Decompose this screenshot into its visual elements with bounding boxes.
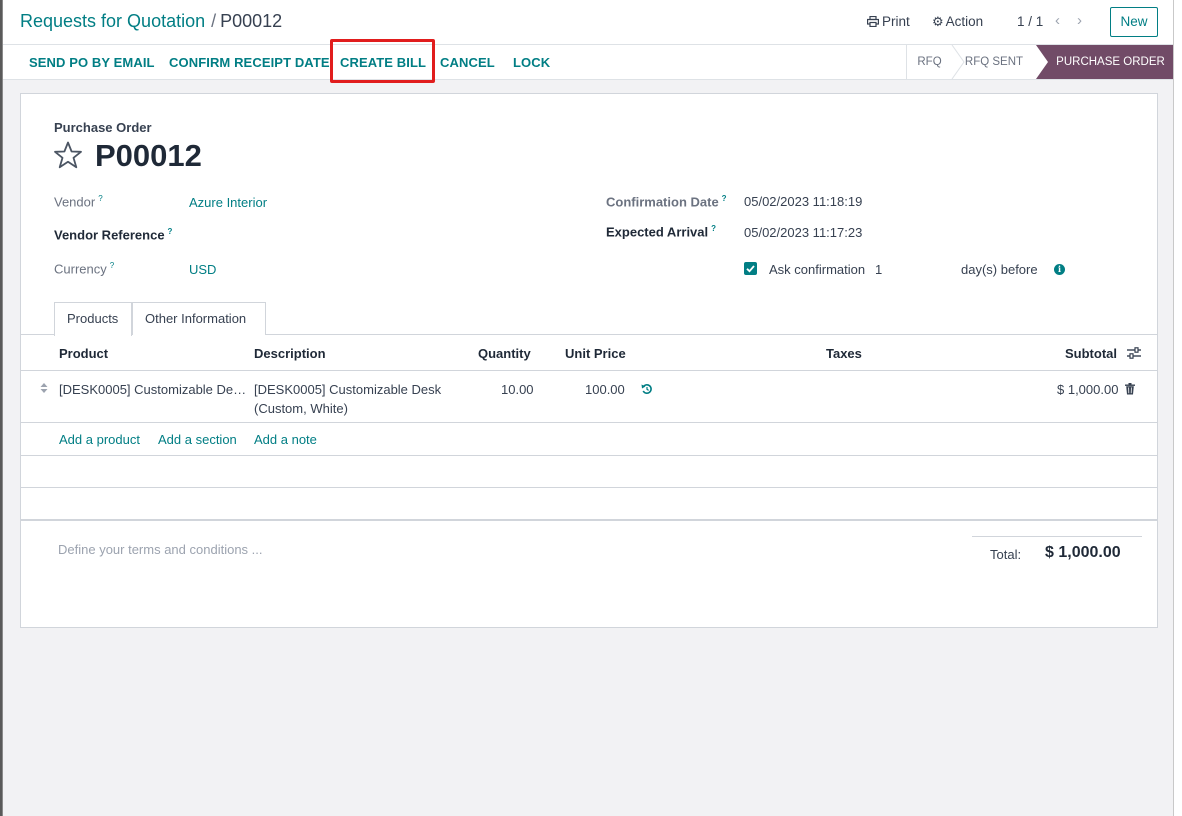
- status-bar: SEND PO BY EMAIL CONFIRM RECEIPT DATE CR…: [3, 45, 1173, 80]
- add-line-row: Add a product Add a section Add a note: [21, 423, 1157, 456]
- add-section-link[interactable]: Add a section: [158, 432, 237, 447]
- column-header-description[interactable]: Description: [254, 346, 326, 361]
- confirm-receipt-date-button[interactable]: CONFIRM RECEIPT DATE: [169, 55, 330, 70]
- currency-field[interactable]: USD: [189, 262, 216, 277]
- currency-label: Currency?: [54, 261, 114, 276]
- days-before-label: day(s) before: [961, 262, 1038, 277]
- chevron-left-icon[interactable]: ‹: [1055, 12, 1060, 29]
- reset-history-icon[interactable]: [641, 383, 653, 395]
- form-sheet: Purchase Order P00012 Vendor? Azure Inte…: [20, 93, 1158, 628]
- total-divider: [972, 536, 1142, 537]
- table-header: Product Description Quantity Unit Price …: [21, 335, 1157, 371]
- ask-confirmation-label: Ask confirmation: [769, 262, 866, 277]
- lock-button[interactable]: LOCK: [513, 55, 550, 70]
- column-header-unit-price[interactable]: Unit Price: [565, 346, 626, 361]
- action-button[interactable]: ⚙ Action: [932, 14, 983, 30]
- confirmation-date-field[interactable]: 05/02/2023 11:18:19: [744, 194, 862, 209]
- row-description-line-1: [DESK0005] Customizable Desk: [254, 382, 442, 397]
- expected-arrival-help-mark[interactable]: ?: [711, 224, 716, 233]
- vendor-help-mark[interactable]: ?: [98, 194, 102, 203]
- expected-arrival-label-text: Expected Arrival: [606, 224, 709, 240]
- vendor-reference-label-text: Vendor Reference: [54, 227, 165, 243]
- row-unit-price[interactable]: 100.00: [585, 380, 625, 399]
- row-subtotal: $ 1,000.00: [1057, 382, 1119, 397]
- currency-help-mark[interactable]: ?: [110, 261, 114, 270]
- document-name: P00012: [95, 138, 202, 173]
- currency-label-text: Currency: [54, 261, 107, 277]
- stage-purchase-order[interactable]: PURCHASE ORDER: [1036, 45, 1175, 79]
- column-settings-icon[interactable]: [1127, 347, 1141, 359]
- expected-arrival-field[interactable]: 05/02/2023 11:17:23: [744, 225, 862, 240]
- vendor-reference-label: Vendor Reference?: [54, 227, 172, 242]
- expected-arrival-label: Expected Arrival?: [606, 224, 716, 239]
- gear-icon: ⚙: [932, 14, 944, 29]
- document-type-label: Purchase Order: [54, 120, 152, 135]
- vendor-reference-field[interactable]: [189, 222, 519, 244]
- row-quantity[interactable]: 10.00: [501, 380, 534, 399]
- checkmark-icon: [746, 265, 755, 273]
- breadcrumb: Requests for Quotation / P00012: [20, 11, 282, 32]
- add-product-link[interactable]: Add a product: [59, 432, 140, 447]
- add-note-link[interactable]: Add a note: [254, 432, 317, 447]
- total-label: Total:: [990, 547, 1022, 562]
- control-panel: Requests for Quotation / P00012 Print ⚙ Act…: [3, 0, 1173, 45]
- print-icon: [867, 15, 880, 28]
- vendor-label-text: Vendor: [54, 194, 96, 210]
- ask-confirmation-checkbox[interactable]: [744, 262, 757, 275]
- cancel-button[interactable]: CANCEL: [440, 55, 495, 70]
- column-header-subtotal[interactable]: Subtotal: [1065, 346, 1117, 361]
- empty-row: [21, 488, 1157, 521]
- info-icon[interactable]: i: [1054, 264, 1065, 275]
- send-po-by-email-button[interactable]: SEND PO BY EMAIL: [29, 55, 155, 70]
- confirmation-date-label: Confirmation Date?: [606, 194, 727, 209]
- breadcrumb-current: P00012: [220, 11, 283, 31]
- vendor-field[interactable]: Azure Interior: [189, 195, 267, 210]
- action-label: Action: [945, 14, 984, 29]
- empty-row: [21, 456, 1157, 488]
- tab-products[interactable]: Products: [54, 302, 132, 336]
- total-amount: $ 1,000.00: [1045, 544, 1121, 561]
- row-product[interactable]: [DESK0005] Customizable De…: [59, 380, 246, 399]
- new-button[interactable]: New: [1110, 7, 1158, 37]
- create-bill-highlight: [330, 39, 435, 83]
- print-label: Print: [882, 14, 910, 29]
- pager-value[interactable]: 1 / 1: [1017, 14, 1043, 29]
- tab-other-information[interactable]: Other Information: [132, 302, 266, 335]
- ask-confirmation-days-field[interactable]: 1: [875, 262, 882, 277]
- row-description[interactable]: [DESK0005] Customizable Desk (Custom, Wh…: [254, 380, 441, 418]
- column-header-quantity[interactable]: Quantity: [478, 346, 531, 361]
- column-header-product[interactable]: Product: [59, 346, 108, 361]
- breadcrumb-separator: /: [211, 11, 217, 31]
- terms-and-conditions-field[interactable]: Define your terms and conditions ...: [58, 542, 263, 557]
- breadcrumb-parent-link[interactable]: Requests for Quotation: [20, 11, 205, 31]
- row-description-line-2: (Custom, White): [254, 401, 348, 416]
- trash-icon[interactable]: [1125, 383, 1135, 395]
- notebook-tabs: Products Other Information: [21, 302, 1157, 336]
- column-header-taxes[interactable]: Taxes: [826, 346, 862, 361]
- stage-rfq-sent[interactable]: RFQ SENT: [952, 45, 1036, 79]
- vendor-reference-help-mark[interactable]: ?: [168, 227, 173, 236]
- chevron-right-icon[interactable]: ›: [1077, 12, 1082, 29]
- drag-handle-icon[interactable]: [40, 382, 48, 394]
- vendor-label: Vendor?: [54, 194, 103, 209]
- app-window: Requests for Quotation / P00012 Print ⚙ Act…: [2, 0, 1174, 816]
- print-button[interactable]: Print: [867, 14, 910, 29]
- stage-rfq[interactable]: RFQ: [906, 45, 952, 79]
- confirmation-date-help-mark[interactable]: ?: [722, 194, 727, 203]
- confirmation-date-label-text: Confirmation Date: [606, 194, 719, 210]
- table-row[interactable]: [DESK0005] Customizable De… [DESK0005] C…: [21, 371, 1157, 423]
- star-icon[interactable]: [53, 141, 83, 169]
